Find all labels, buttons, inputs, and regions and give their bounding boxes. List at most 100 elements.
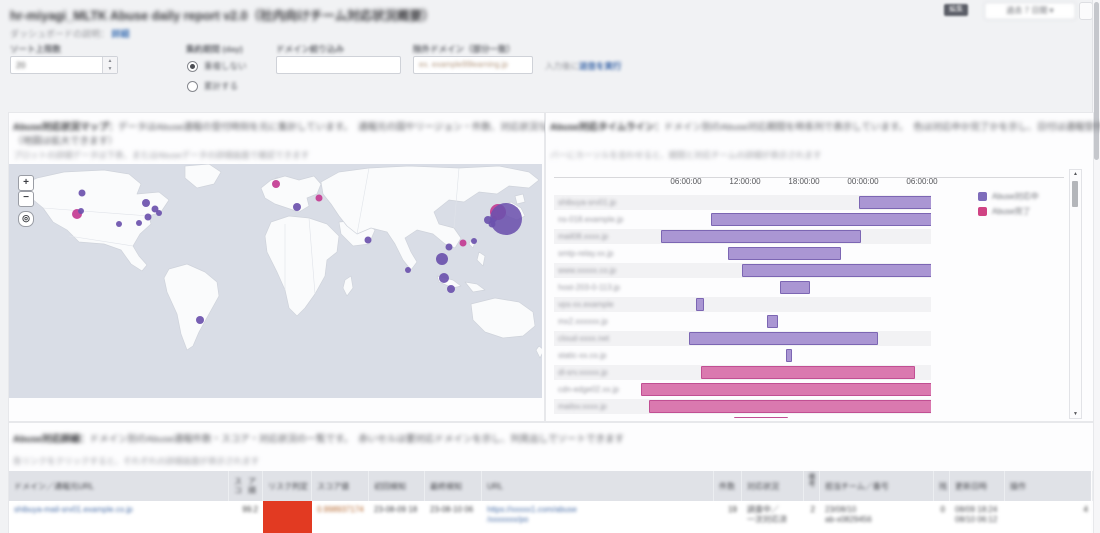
column-header[interactable]: URL <box>482 471 714 501</box>
map-bubble[interactable] <box>436 253 448 265</box>
gantt-bar[interactable] <box>689 332 878 345</box>
column-header[interactable]: 操作 <box>1005 471 1093 501</box>
sort-limit-stepper[interactable]: ▲▼ <box>102 57 117 73</box>
map-bubble[interactable] <box>79 190 86 197</box>
map-bubble[interactable] <box>196 316 204 324</box>
map-bubble[interactable] <box>490 203 522 235</box>
table-cell: 99.2 <box>229 501 263 533</box>
gantt-scrollbar-thumb[interactable] <box>1072 181 1078 207</box>
gantt-bar[interactable] <box>701 366 915 379</box>
domain-filter-input[interactable] <box>276 56 401 74</box>
map-bubble[interactable] <box>272 180 280 188</box>
stepper-up-icon[interactable]: ▲ <box>103 57 117 65</box>
gantt-row-label: cdn-edge02.xx.jp <box>558 382 636 397</box>
table-cell[interactable]: shibuya-mail-srv01.example.co.jp <box>9 501 229 533</box>
column-header[interactable]: 対応状況 <box>742 471 804 501</box>
column-header[interactable]: 最終検知 <box>425 471 482 501</box>
submit-link[interactable]: 送信を実行 <box>579 60 622 72</box>
gantt-bar[interactable] <box>641 383 931 396</box>
gantt-bar[interactable] <box>696 298 704 311</box>
map-bubble[interactable] <box>116 221 122 227</box>
gantt-row: dl-srv.xxxxx.jp <box>554 365 931 380</box>
table-header-row: ドメイン／通報元URLスコア順リスク判定スコア値初回検知最終検知URL件数対応状… <box>9 471 1091 501</box>
gantt-row <box>554 416 931 418</box>
sort-limit-label: ソート上限数 <box>10 43 61 55</box>
map-bubble[interactable] <box>447 285 455 293</box>
gantt-scrollbar[interactable]: ▲ ▼ <box>1069 169 1082 419</box>
map-bubble[interactable] <box>460 240 467 247</box>
table-cell: 23-08-09 18 <box>369 501 425 533</box>
exclude-filter-label: 除外ドメイン（部分一致） <box>413 43 515 55</box>
map-bubble[interactable] <box>471 238 477 244</box>
subtitle-text: ダッシュボードの説明： <box>10 29 109 39</box>
map-locate-button[interactable]: ◎ <box>18 211 34 227</box>
gantt-bar[interactable] <box>786 349 792 362</box>
sort-limit-input[interactable]: 20 ▲▼ <box>10 56 118 74</box>
column-header[interactable]: スコア値 <box>312 471 369 501</box>
exclude-filter-input[interactable]: ex. example99learning.jp <box>413 56 533 74</box>
gantt-bar[interactable] <box>780 281 810 294</box>
column-header[interactable]: 件数 <box>714 471 742 501</box>
table-cell: 19 <box>714 501 742 533</box>
table-cell: 08/09 18:2408/10 06:12 <box>950 501 1005 533</box>
column-header[interactable]: 初回検知 <box>369 471 425 501</box>
table-row: shibuya-mail-srv01.example.co.jp99.20.99… <box>9 501 1091 533</box>
map-bubble[interactable] <box>293 203 301 211</box>
legend-item-1[interactable]: Abuse対応中 <box>978 191 1039 202</box>
column-header[interactable]: スコア順 <box>229 471 263 501</box>
more-options-button[interactable] <box>1079 2 1093 20</box>
map-bubble[interactable] <box>156 210 162 216</box>
table-cell[interactable]: https://xxxxx1.com/abuse/xxxxxxx/po <box>482 501 714 533</box>
gantt-row: www.xxxxx.co.jp <box>554 263 931 278</box>
gantt-row-label: mx2.xxxxxx.jp <box>558 314 636 329</box>
period-option-1[interactable]: 重複しない <box>187 60 247 72</box>
map-bubble[interactable] <box>142 199 150 207</box>
column-header[interactable]: 備考 <box>804 471 820 501</box>
column-header[interactable]: リスク判定 <box>263 471 312 501</box>
column-header[interactable]: 更新日時 <box>950 471 1005 501</box>
map-bubble[interactable] <box>405 267 411 273</box>
stepper-down-icon[interactable]: ▼ <box>103 65 117 73</box>
gantt-row: vps-xx.example <box>554 297 931 312</box>
map-bubble[interactable] <box>136 220 142 226</box>
gantt-bar[interactable] <box>661 230 861 243</box>
scroll-up-icon[interactable]: ▲ <box>1070 171 1081 177</box>
period-label: 集約期間 (day) <box>186 43 243 55</box>
column-header[interactable]: 残 <box>934 471 950 501</box>
table-cell: 0 <box>934 501 950 533</box>
legend-label-2: Abuse完了 <box>992 206 1031 217</box>
period-option-2[interactable]: 累計する <box>187 80 238 92</box>
time-range-picker[interactable]: 過去 7 日間 ▾ <box>984 2 1076 20</box>
scroll-down-icon[interactable]: ▼ <box>1070 411 1081 417</box>
map-bubble[interactable] <box>316 195 323 202</box>
gantt-bar[interactable] <box>859 196 931 209</box>
sort-limit-value: 20 <box>16 60 25 70</box>
column-header[interactable]: 担当チーム／番号 <box>820 471 934 501</box>
gantt-bar[interactable] <box>742 264 931 277</box>
subtitle-link[interactable]: 詳細 <box>112 29 130 39</box>
gantt-bar[interactable] <box>711 213 931 226</box>
gantt-row: static-xx.co.jp <box>554 348 931 363</box>
map-bubble[interactable] <box>78 208 84 214</box>
table-cell: 調査中／一次対応済 <box>742 501 804 533</box>
map-bubble[interactable] <box>446 244 453 251</box>
gantt-row-label: dl-srv.xxxxx.jp <box>558 365 636 380</box>
gantt-bar[interactable] <box>649 400 931 413</box>
gantt-bar[interactable] <box>734 417 788 418</box>
map-zoom-out-button[interactable]: − <box>18 191 34 207</box>
map-bubble[interactable] <box>439 273 449 283</box>
world-map[interactable]: + − ◎ <box>9 164 542 398</box>
gantt-row-label: ns-018.example.jp <box>558 212 636 227</box>
gantt-bar[interactable] <box>767 315 778 328</box>
column-header[interactable]: ドメイン／通報元URL <box>9 471 229 501</box>
map-bubble[interactable] <box>365 237 372 244</box>
radio-selected-icon[interactable] <box>187 61 198 72</box>
page-scrollbar-thumb[interactable] <box>1094 2 1099 160</box>
gantt-bar[interactable] <box>728 247 841 260</box>
gantt-rows: shibuya-srv01.jpns-018.example.jpmail08.… <box>554 195 931 418</box>
legend-item-2[interactable]: Abuse完了 <box>978 206 1031 217</box>
radio-unselected-icon[interactable] <box>187 81 198 92</box>
map-zoom-in-button[interactable]: + <box>18 175 34 191</box>
map-bubble[interactable] <box>145 214 152 221</box>
edit-button[interactable]: 編集 <box>944 4 968 16</box>
